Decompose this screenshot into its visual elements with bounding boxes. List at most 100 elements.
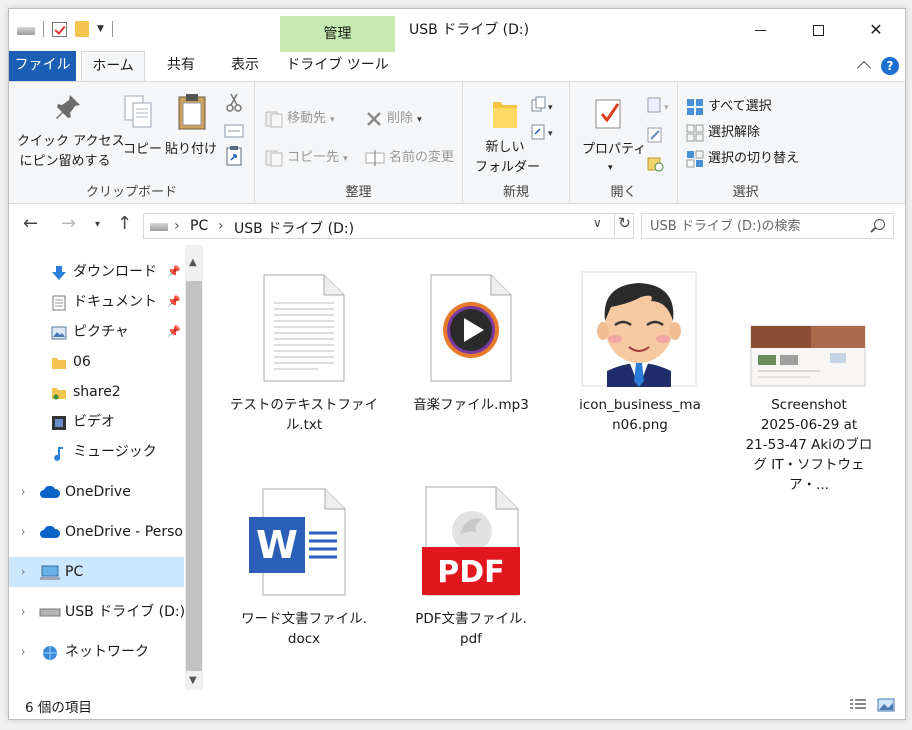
expand-chevron-icon[interactable]: ›: [21, 557, 25, 587]
paste-shortcut-icon[interactable]: [226, 146, 242, 166]
edit-icon[interactable]: [646, 126, 664, 144]
breadcrumb-pc[interactable]: PC: [190, 218, 208, 234]
cut-icon[interactable]: [225, 92, 243, 114]
delete-button[interactable]: 削除 ▾: [387, 109, 422, 130]
open-icon[interactable]: ▾: [646, 96, 674, 114]
ribbon-controls: ?: [856, 57, 899, 76]
forward-button[interactable]: →: [61, 213, 76, 234]
file-item-screenshot[interactable]: Screenshot 2025-06-29 at 21-53-47 Akiのブロ…: [734, 305, 884, 493]
nav-label: ミュージック: [73, 444, 157, 460]
breadcrumb-usb-drive[interactable]: USB ドライブ (D:): [234, 218, 354, 238]
file-name: Screenshot 2025-06-29 at 21-53-47 Akiのブロ…: [734, 395, 884, 495]
nav-label: PC: [65, 564, 84, 580]
scroll-up-icon[interactable]: ▲: [189, 257, 197, 268]
up-button[interactable]: ↑: [117, 213, 132, 234]
file-item-mp3[interactable]: 音楽ファイル.mp3: [396, 273, 546, 443]
copy-to-button[interactable]: コピー先 ▾: [287, 148, 348, 169]
breadcrumb-separator: ›: [218, 218, 224, 234]
details-view-icon[interactable]: [849, 698, 867, 712]
help-icon[interactable]: ?: [881, 57, 899, 75]
file-name-line: 21-53-47 Akiのブロ: [745, 437, 873, 453]
expand-chevron-icon[interactable]: ›: [21, 477, 25, 507]
nav-item-pc[interactable]: › PC: [9, 557, 184, 587]
nav-item-music[interactable]: ミュージック: [9, 437, 184, 467]
group-label-new: 新規: [502, 185, 529, 200]
file-name-line: PDF文書ファイル.: [415, 611, 527, 627]
nav-item-documents[interactable]: ドキュメント 📌: [9, 287, 184, 317]
search-input[interactable]: [650, 216, 860, 236]
nav-item-pictures[interactable]: ピクチャ 📌: [9, 317, 184, 347]
new-folder-icon: [493, 102, 517, 128]
customize-toolbar-arrow-icon[interactable]: ▼: [97, 24, 104, 34]
tab-file[interactable]: ファイル: [9, 51, 76, 81]
file-item-png[interactable]: icon_business_ma n06.png: [565, 271, 715, 441]
select-none-button[interactable]: 選択解除: [708, 123, 760, 143]
tab-home[interactable]: ホーム: [81, 51, 145, 82]
new-item-icon[interactable]: ▾: [531, 96, 557, 116]
copy-to-icon: [265, 150, 283, 167]
scroll-down-icon[interactable]: ▼: [189, 675, 197, 686]
expand-chevron-icon[interactable]: ›: [21, 637, 25, 667]
pin-icon[interactable]: 📌: [167, 257, 181, 287]
history-icon[interactable]: [646, 154, 664, 172]
group-clipboard: クイック アクセス にピン留めする コピー 貼り付け クリップボード: [9, 82, 255, 204]
nav-item-videos[interactable]: ビデオ: [9, 407, 184, 437]
nav-item-usb-drive[interactable]: › USB ドライブ (D:): [9, 597, 184, 627]
properties-quick-icon[interactable]: [52, 21, 67, 37]
address-dropdown-icon[interactable]: ∨: [593, 216, 602, 230]
paste-button[interactable]: 貼り付け: [165, 140, 217, 160]
minimize-button[interactable]: [731, 9, 789, 51]
copy-path-icon[interactable]: [224, 124, 244, 138]
scroll-thumb[interactable]: [186, 281, 202, 671]
nav-item-downloads[interactable]: ダウンロード 📌: [9, 257, 184, 287]
nav-scrollbar[interactable]: ▲ ▼: [185, 245, 203, 690]
separator: [111, 21, 113, 37]
move-to-label: 移動先: [287, 111, 327, 126]
properties-button[interactable]: プロパティ: [582, 140, 646, 160]
pin-icon[interactable]: 📌: [167, 317, 181, 347]
rename-button[interactable]: 名前の変更: [389, 148, 454, 168]
pin-quick-access-button[interactable]: クイック アクセス にピン留めする: [17, 132, 124, 172]
tab-view[interactable]: 表示: [219, 51, 271, 81]
refresh-button[interactable]: ↻: [614, 214, 634, 238]
nav-label: share2: [73, 384, 121, 400]
collapse-ribbon-icon[interactable]: [856, 60, 872, 76]
nav-item-06[interactable]: 06: [9, 347, 184, 377]
context-tab-manage: 管理: [280, 16, 395, 52]
nav-item-onedrive-personal[interactable]: › OneDrive - Personal: [9, 517, 184, 547]
address-bar[interactable]: › PC › USB ドライブ (D:) ∨ ↻: [143, 213, 634, 239]
tab-drive-tools[interactable]: ドライブ ツール: [280, 51, 395, 81]
select-all-button[interactable]: すべて選択: [708, 97, 772, 117]
file-item-docx[interactable]: W ワード文書ファイル. docx: [229, 487, 379, 657]
invert-selection-button[interactable]: 選択の切り替え: [708, 149, 799, 169]
recent-locations-button[interactable]: ▾: [95, 219, 100, 230]
pin-icon[interactable]: 📌: [167, 287, 181, 317]
close-button[interactable]: ✕: [847, 9, 905, 51]
expand-chevron-icon[interactable]: ›: [21, 597, 25, 627]
maximize-button[interactable]: [789, 9, 847, 51]
tab-share[interactable]: 共有: [155, 51, 207, 81]
select-all-icon: [687, 99, 703, 115]
refresh-icon: ↻: [618, 214, 631, 232]
svg-text:▾: ▾: [664, 103, 669, 113]
back-button[interactable]: ←: [23, 213, 38, 234]
expand-chevron-icon[interactable]: ›: [21, 517, 25, 547]
large-icons-view-icon[interactable]: [877, 698, 895, 712]
copy-button[interactable]: コピー: [123, 140, 162, 160]
file-item-pdf[interactable]: PDF PDF文書ファイル. pdf: [396, 485, 546, 655]
search-icon[interactable]: [874, 219, 885, 230]
nav-label: 06: [73, 354, 91, 370]
minimize-icon: [754, 30, 766, 31]
item-count: 6 個の項目: [25, 700, 92, 716]
maximize-icon: [812, 25, 824, 36]
nav-item-onedrive[interactable]: › OneDrive: [9, 477, 184, 507]
nav-item-network[interactable]: › ネットワーク: [9, 637, 184, 667]
nav-item-share2[interactable]: share2: [9, 377, 184, 407]
properties-dropdown-icon[interactable]: ▾: [608, 158, 613, 178]
file-item-txt[interactable]: テストのテキストファイ ル.txt: [229, 273, 379, 443]
move-to-button[interactable]: 移動先 ▾: [287, 109, 335, 130]
file-name-line: pdf: [460, 631, 482, 647]
forward-arrow-icon: →: [61, 213, 77, 234]
new-folder-button[interactable]: 新しい フォルダー: [475, 138, 540, 178]
new-folder-quick-icon[interactable]: [75, 21, 89, 37]
